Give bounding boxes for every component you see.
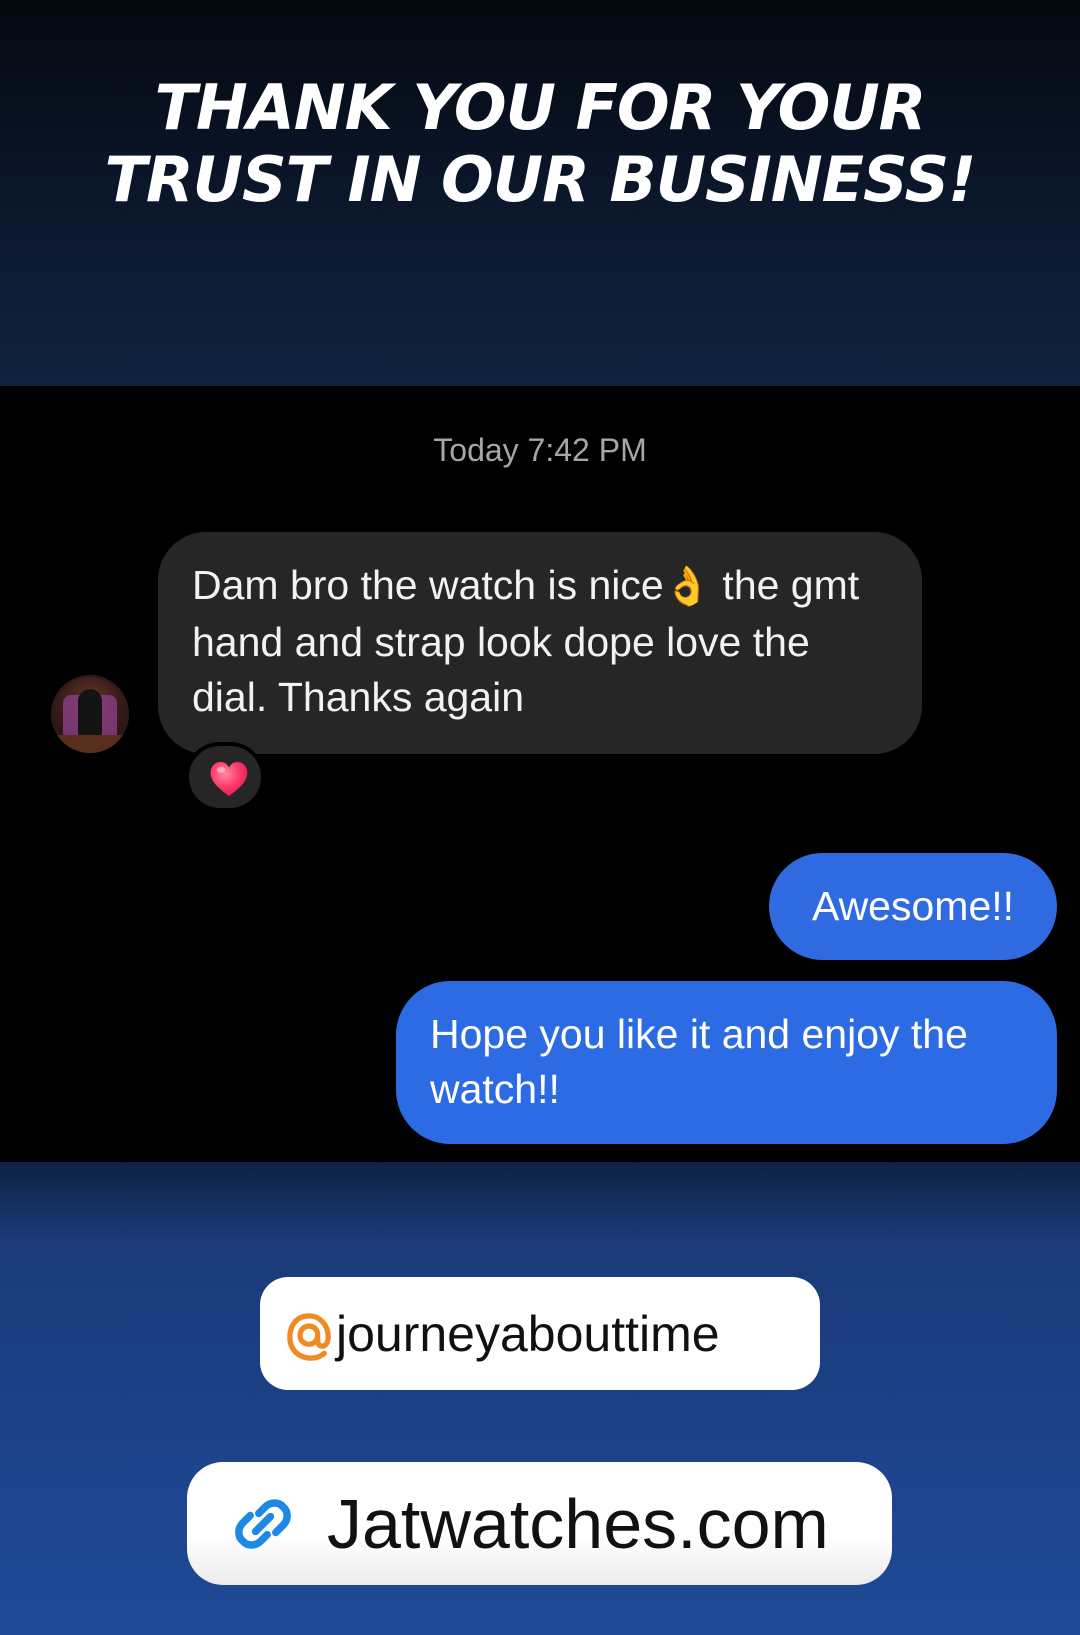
website-link[interactable]: Jatwatches.com (187, 1462, 892, 1585)
chat-thread: Today 7:42 PM Dam bro the watch is nice👌… (0, 386, 1080, 1162)
outgoing-message-bubble[interactable]: Hope you like it and enjoy the watch!! (396, 981, 1057, 1144)
threads-handle-text: journeyabouttime (336, 1305, 720, 1362)
link-icon (235, 1498, 291, 1549)
threads-handle-link[interactable]: journeyabouttime (260, 1277, 820, 1390)
threads-icon (287, 1312, 331, 1361)
outgoing-message-text: Hope you like it and enjoy the watch!! (430, 1011, 968, 1112)
incoming-message-text-1: Dam bro the watch is nice (192, 562, 664, 608)
heart-reaction[interactable] (185, 742, 265, 812)
outgoing-message-bubble[interactable]: Awesome!! (769, 853, 1057, 960)
avatar[interactable] (51, 675, 129, 753)
ok-hand-emoji: 👌 (663, 566, 712, 608)
headline-line-2: TRUST IN OUR BUSINESS! (104, 143, 977, 216)
website-link-text: Jatwatches.com (327, 1484, 829, 1563)
avatar-floor-shape (51, 735, 129, 753)
outgoing-message-text: Awesome!! (811, 883, 1015, 929)
header-banner: THANK YOU FOR YOUR TRUST IN OUR BUSINESS… (0, 0, 1080, 386)
incoming-message-bubble[interactable]: Dam bro the watch is nice👌 the gmt hand … (158, 532, 922, 754)
heart-icon (210, 761, 248, 797)
headline-line-1: THANK YOU FOR YOUR (154, 71, 927, 144)
message-timestamp: Today 7:42 PM (433, 432, 647, 468)
avatar-figure-shape (78, 689, 102, 737)
headline: THANK YOU FOR YOUR TRUST IN OUR BUSINESS… (40, 72, 1040, 216)
